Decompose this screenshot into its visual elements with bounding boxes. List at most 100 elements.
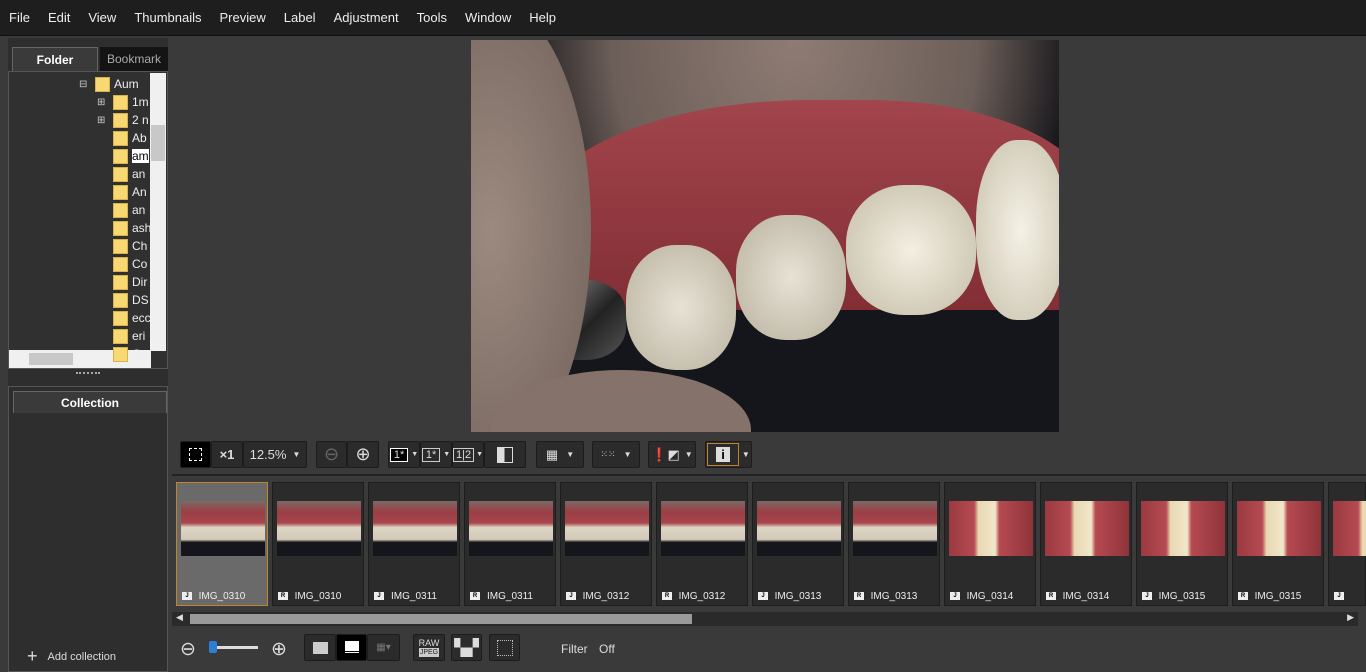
expand-icon[interactable]: ⊞	[97, 115, 105, 126]
tree-folder-item[interactable]: DS	[113, 291, 149, 309]
chevron-down-icon: ▼	[292, 450, 301, 459]
tree-folder-item[interactable]: An	[113, 183, 147, 201]
menu-adjustment[interactable]: Adjustment	[334, 10, 399, 25]
menu-file[interactable]: File	[9, 10, 30, 25]
tree-folder-item[interactable]: Ch	[113, 237, 147, 255]
thumbnail-with-caption-button[interactable]	[336, 634, 367, 661]
single-view-button[interactable]: 1* ▼	[388, 441, 420, 468]
zoom-out-button[interactable]: ⊖	[316, 441, 347, 468]
tree-folder-item[interactable]: ⊞ 1m	[97, 93, 149, 111]
slider-handle[interactable]	[209, 641, 217, 653]
dotted-grid-button[interactable]	[489, 634, 520, 661]
tab-bookmark[interactable]: Bookmark	[100, 47, 168, 71]
folder-name: 2 n	[132, 113, 149, 127]
fit-to-screen-button[interactable]	[180, 441, 211, 468]
thumbnail-item[interactable]: J IMG_0314	[944, 482, 1036, 606]
tree-folder-item[interactable]: ⊞ 2 n	[97, 111, 149, 129]
highlight-warning-button[interactable]: ❗◩ ▼	[648, 441, 696, 468]
expand-icon[interactable]: ⊞	[97, 97, 105, 108]
actual-size-button[interactable]: ×1	[211, 441, 243, 468]
zoom-select[interactable]: 12.5% ▼	[243, 441, 307, 468]
thumbnail-item[interactable]: J IMG_0310	[176, 482, 268, 606]
grid-layout-icon	[497, 446, 513, 463]
tab-folder[interactable]: Folder	[12, 47, 98, 71]
thumbnail-only-button[interactable]	[304, 634, 336, 661]
grid-icon: ▦	[545, 446, 559, 462]
af-point-button[interactable]: ⁙⁙ ▼	[592, 441, 640, 468]
info-button[interactable]: i ▼	[705, 441, 752, 468]
menu-tools[interactable]: Tools	[417, 10, 447, 25]
tree-vertical-scrollbar[interactable]	[150, 73, 166, 351]
thumbnail-image	[1237, 501, 1321, 556]
folder-name: Aum	[114, 77, 139, 91]
thumbnail-image	[469, 501, 553, 556]
compare-view-button[interactable]: 1* ▼	[420, 441, 452, 468]
menu-help[interactable]: Help	[529, 10, 556, 25]
thumbnail-name: IMG_0311	[391, 591, 437, 602]
tree-folder-item[interactable]: Ab	[113, 129, 147, 147]
thumbnail-item[interactable]: R IMG_0311	[464, 482, 556, 606]
tree-folder-item[interactable]: Dir	[113, 273, 147, 291]
preview-image[interactable]	[471, 40, 1059, 432]
thumbnail-item[interactable]: R IMG_0312	[656, 482, 748, 606]
menu-edit[interactable]: Edit	[48, 10, 70, 25]
filmstrip-divider[interactable]	[172, 474, 1366, 476]
tree-folder-item[interactable]: an	[113, 201, 145, 219]
thumb-size-increase-button[interactable]: ⊕	[271, 638, 287, 661]
thumbnail-item[interactable]: J IMG_0311	[368, 482, 460, 606]
thumbnail-item[interactable]: R IMG_0315	[1232, 482, 1324, 606]
thumbnail-item[interactable]: J	[1328, 482, 1366, 606]
folder-icon	[113, 292, 128, 308]
tree-folder-item[interactable]: Co	[113, 255, 147, 273]
thumbnail-item[interactable]: R IMG_0314	[1040, 482, 1132, 606]
thumbnail-name: IMG_0315	[1158, 591, 1206, 602]
tree-folder-item[interactable]: ecc	[113, 309, 151, 327]
grid-overlay-button[interactable]: ▦ ▼	[536, 441, 584, 468]
add-collection-label: Add collection	[47, 650, 117, 663]
thumbnail-image	[949, 501, 1033, 556]
tree-folder-item[interactable]: eri	[113, 327, 145, 345]
tree-folder-item[interactable]: ⊟ Aum	[79, 75, 139, 93]
left-panel: Folder Bookmark ⊟ Aum ⊞ 1m ⊞ 2 n Ab am an An an ash…	[8, 38, 168, 672]
thumbnail-item[interactable]: J IMG_0315	[1136, 482, 1228, 606]
thumb-size-slider[interactable]	[209, 641, 258, 653]
folder-name: eri	[132, 329, 146, 343]
folder-icon	[113, 112, 128, 128]
thumbnail-name: IMG_0312	[582, 591, 630, 602]
raw-jpeg-button[interactable]: RAW JPEG	[413, 634, 445, 661]
tree-folder-item[interactable]: am	[113, 147, 149, 165]
menu-view[interactable]: View	[88, 10, 116, 25]
tree-folder-item[interactable]: Ga	[113, 345, 148, 363]
thumbnail-item[interactable]: J IMG_0313	[752, 482, 844, 606]
menu-preview[interactable]: Preview	[220, 10, 266, 25]
thumb-size-decrease-button[interactable]: ⊖	[180, 638, 196, 661]
menu-label[interactable]: Label	[284, 10, 316, 25]
two-up-icon: 1|2	[452, 447, 475, 462]
tree-folder-item[interactable]: an	[113, 165, 145, 183]
folder-name: An	[132, 185, 147, 199]
thumbnail-item[interactable]: R IMG_0313	[848, 482, 940, 606]
thumbnail-image	[661, 501, 745, 556]
multi-view-button[interactable]	[484, 441, 526, 468]
thumbnail-item[interactable]: J IMG_0312	[560, 482, 652, 606]
panel-resize-handle[interactable]	[76, 372, 100, 375]
collapse-icon[interactable]: ⊟	[79, 79, 87, 90]
zoom-in-button[interactable]: ⊕	[347, 441, 379, 468]
menu-thumbnails[interactable]: Thumbnails	[134, 10, 201, 25]
thumbnail-name: IMG_0314	[1062, 591, 1110, 602]
add-collection-button[interactable]: + Add collection	[27, 646, 116, 667]
jpeg-label: JPEG	[418, 647, 440, 657]
list-view-button[interactable]: ▦▾	[367, 634, 400, 661]
tree-folder-item[interactable]: ash	[113, 219, 151, 237]
two-up-view-button[interactable]: 1|2 ▼	[452, 441, 484, 468]
folder-icon	[113, 130, 128, 146]
filter-value[interactable]: Off	[599, 642, 615, 656]
menu-window[interactable]: Window	[465, 10, 511, 25]
filmstrip-scrollbar[interactable]: ◀ ▶	[172, 612, 1358, 626]
folder-icon	[113, 310, 128, 326]
dotted-grid-icon	[496, 639, 513, 656]
group-view-button[interactable]: ▚▞	[451, 634, 482, 661]
thumbnail-item[interactable]: R IMG_0310	[272, 482, 364, 606]
file-type-badge: J	[1334, 592, 1344, 600]
compare-icon: 1*	[421, 447, 441, 462]
